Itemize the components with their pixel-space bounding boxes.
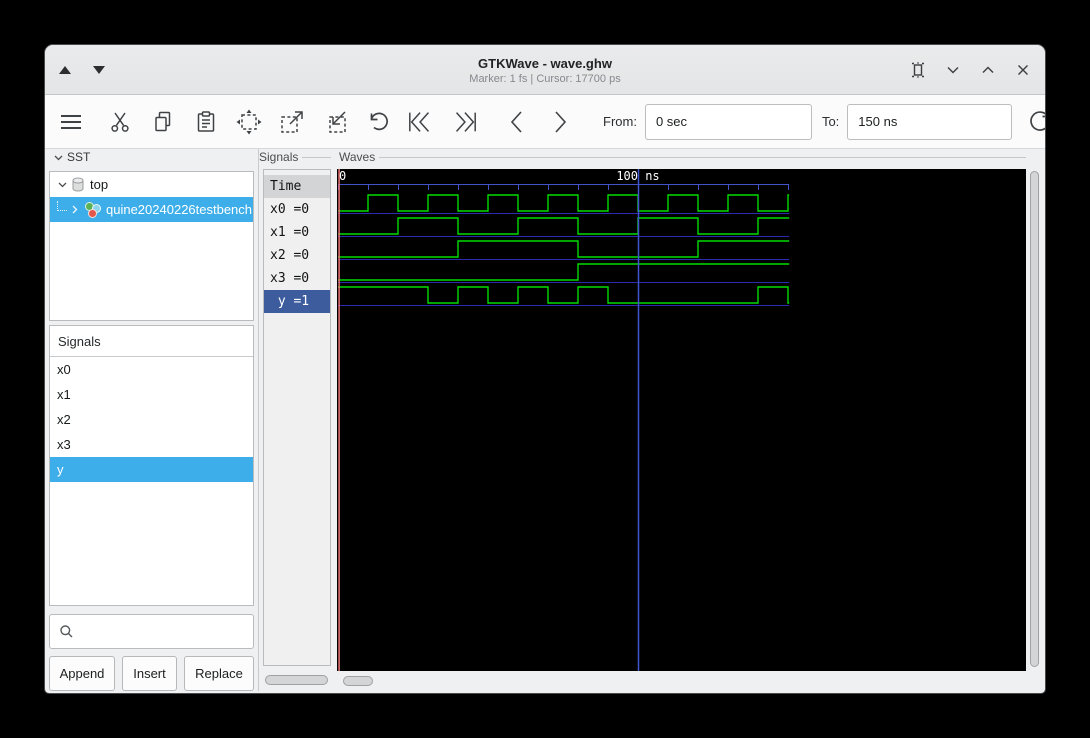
list-item-x3[interactable]: x3 [50,432,253,457]
sst-section-header[interactable]: SST [53,150,90,164]
marker-cursor-status: Marker: 1 fs | Cursor: 17700 ps [469,72,621,85]
value-row-x2[interactable]: x2 =0 [264,244,330,267]
window-title: GTKWave - wave.ghw [478,55,612,71]
gtkwave-window: GTKWave - wave.ghw Marker: 1 fs | Cursor… [44,44,1046,694]
maximize-icon[interactable] [980,62,996,78]
waves-hscrollbar-thumb[interactable] [343,676,373,686]
vhdl-entity-icon [84,201,102,218]
menu-icon[interactable] [57,104,85,140]
titlebar[interactable]: GTKWave - wave.ghw Marker: 1 fs | Cursor… [45,45,1045,95]
value-row-x3[interactable]: x3 =0 [264,267,330,290]
values-frame-label: Signals [259,150,331,164]
keep-above-icon[interactable] [910,62,926,78]
values-frame-label-text: Signals [259,150,299,164]
panel-splitter[interactable] [258,149,259,691]
zoom-out-icon[interactable] [321,104,349,140]
previous-icon[interactable] [503,104,531,140]
signal-values-panel: Time x0 =0 x1 =0 x2 =0 x3 =0 y =1 [263,169,331,666]
list-item-y[interactable]: y [50,457,253,482]
cut-icon[interactable] [106,104,134,140]
signal-search-field[interactable] [49,614,254,649]
zoom-in-icon[interactable] [278,104,306,140]
waves-hscrollbar[interactable] [337,674,1026,688]
to-end-icon[interactable] [450,104,478,140]
waves-frame-label-text: Waves [339,150,376,164]
waveform-plot: 0 100 ns [338,169,790,671]
frame-border-line [302,156,331,158]
to-input[interactable] [847,103,1013,140]
reload-icon[interactable] [1026,104,1045,140]
search-icon [60,625,73,638]
chevron-down-icon[interactable] [57,179,68,190]
value-row-x0[interactable]: x0 =0 [264,198,330,221]
list-item-x2[interactable]: x2 [50,407,253,432]
signal-browser: Signals x0 x1 x2 x3 y [49,325,254,606]
list-item-label: x3 [57,437,71,452]
waves-vscrollbar-thumb[interactable] [1030,171,1039,667]
tree-item-top[interactable]: top [50,172,253,197]
from-input[interactable] [644,103,812,140]
undo-icon[interactable] [364,104,392,140]
waves-vscrollbar[interactable] [1029,169,1041,671]
tree-item-testbench[interactable]: quine20240226testbench [50,197,253,222]
shade-up-icon[interactable] [59,66,71,74]
copy-icon[interactable] [149,104,177,140]
signal-browser-header: Signals [50,326,253,357]
sst-tree: top quine20240226testbench [49,171,254,321]
replace-button[interactable]: Replace [184,656,254,691]
minimize-icon[interactable] [945,62,961,78]
action-button-row: Append Insert Replace [49,656,254,691]
list-item-x1[interactable]: x1 [50,382,253,407]
wave-canvas[interactable]: 0 100 ns [337,169,1026,671]
tree-branch-line [57,200,67,211]
component-cylinder-icon [72,177,84,192]
list-item-label: x0 [57,362,71,377]
tree-item-label: quine20240226testbench [106,202,253,217]
chevron-right-icon[interactable] [69,204,80,215]
from-label: From: [603,114,637,129]
close-icon[interactable] [1015,62,1031,78]
list-item-label: x1 [57,387,71,402]
toolbar: From: To: [45,95,1045,149]
svg-text:100 ns: 100 ns [616,169,659,183]
to-label: To: [821,114,840,129]
value-row-y[interactable]: y =1 [264,290,330,313]
sst-header-label: SST [67,150,91,164]
waves-frame-label: Waves [339,150,1026,164]
frame-border-line [379,156,1026,158]
chevron-down-icon [54,155,63,160]
list-item-label: y [57,462,64,477]
values-hscrollbar[interactable] [263,673,331,687]
paste-icon[interactable] [192,104,220,140]
values-hscrollbar-thumb[interactable] [265,675,328,685]
list-item-label: x2 [57,412,71,427]
value-row-x1[interactable]: x1 =0 [264,221,330,244]
list-item-x0[interactable]: x0 [50,357,253,382]
svg-text:0: 0 [339,169,346,183]
time-header: Time [264,175,330,198]
zoom-fit-icon[interactable] [235,104,263,140]
next-icon[interactable] [546,104,574,140]
append-button[interactable]: Append [49,656,115,691]
to-start-icon[interactable] [407,104,435,140]
tree-item-label: top [90,177,109,192]
shade-down-icon[interactable] [93,66,105,74]
insert-button[interactable]: Insert [122,656,177,691]
